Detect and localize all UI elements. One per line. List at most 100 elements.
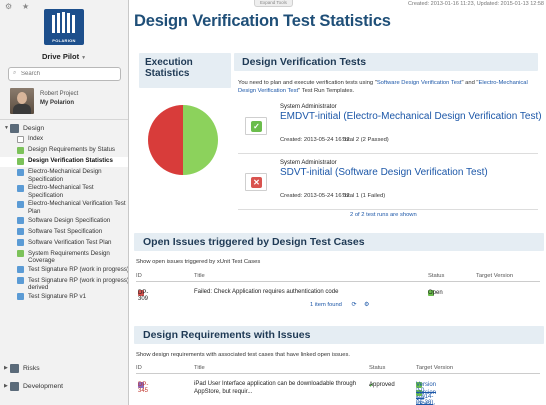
test-run-total: Total 1 (1 Failed)	[342, 193, 386, 199]
tree-item-em-test-spec[interactable]: Electro-Mechanical Test Specification	[0, 184, 128, 199]
tree-item-test-signature-rp-v1[interactable]: Test Signature RP v1	[0, 292, 128, 303]
open-issues-description: Show open issues triggered by xUnit Test…	[136, 259, 261, 265]
tree-item-label: Index	[28, 135, 44, 142]
search-box[interactable]: ⌕	[8, 67, 121, 81]
tree-item-index[interactable]: Index	[0, 135, 128, 145]
test-run-total: Total 2 (2 Passed)	[342, 137, 389, 143]
dvt-intro: You need to plan and execute verificatio…	[238, 79, 538, 95]
report-icon	[17, 157, 24, 165]
folder-icon	[10, 124, 19, 133]
tree-item-label: Software Verification Test Plan	[28, 238, 112, 246]
design-verification-tests-header: Design Verification Tests	[234, 53, 538, 71]
intro-text: You need to plan and execute verificatio…	[238, 80, 377, 86]
open-issues-table-header: ID Title Status Target Version	[136, 272, 540, 282]
tree-item-label: Test Signature RP (work in progress)	[28, 265, 129, 273]
report-icon	[17, 250, 24, 258]
avatar[interactable]	[10, 88, 34, 114]
test-run-row: ✕ System Administrator SDVT-initial (Sof…	[238, 160, 538, 210]
folder-icon	[10, 364, 19, 373]
settings-icon[interactable]: ⚙	[364, 302, 369, 308]
wiki-page-icon	[17, 168, 24, 176]
project-selector[interactable]: Drive Pilot ▼	[0, 52, 128, 61]
tree-item-system-requirements-design-coverage[interactable]: System Requirements Design Coverage	[0, 249, 128, 265]
column-header[interactable]: Status	[369, 365, 385, 371]
table-row[interactable]: DP-345 iPad User Interface application c…	[136, 380, 540, 405]
tree-item-label: Software Test Specification	[28, 227, 103, 235]
polarion-logo[interactable]: POLARION	[44, 9, 84, 45]
tree-item-design-requirements-by-status[interactable]: Design Requirements by Status	[0, 146, 128, 156]
status-text: Approved	[369, 382, 395, 388]
design-requirements-table-header: ID Title Status Target Version	[136, 364, 540, 374]
issue-title[interactable]: Failed: Check Application requires authe…	[194, 289, 338, 295]
settings-icon[interactable]: ⚙	[5, 2, 12, 11]
sdvt-template-link[interactable]: Software Design Verification Test	[377, 80, 462, 86]
search-input[interactable]	[21, 69, 117, 79]
tree-item-label: Software Design Specification	[28, 216, 111, 224]
tree-item-label: Design Verification Statistics	[28, 157, 113, 164]
tree-group-design[interactable]: ▼ Design	[0, 122, 128, 135]
navigation-tree: ▼ Design Index Design Requirements by St…	[0, 122, 129, 304]
table-row[interactable]: DP-309 Failed: Check Application require…	[136, 288, 540, 302]
column-header[interactable]: Title	[194, 365, 205, 371]
requirement-title[interactable]: iPad User Interface application can be d…	[194, 381, 356, 387]
requirement-id-text: DP-345	[138, 382, 149, 394]
tree-group-development[interactable]: ▶ Development	[0, 380, 128, 393]
tree-item-label: Test Signature RP (work in progress) der…	[28, 276, 129, 292]
tree-item-label: Electro-Mechanical Verification Test Pla…	[28, 200, 126, 215]
pie-slice-passed	[183, 105, 218, 175]
cross-icon: ✕	[251, 177, 262, 188]
open-issues-header: Open Issues triggered by Design Test Cas…	[134, 233, 544, 251]
items-found-link[interactable]: 1 item found	[310, 302, 342, 308]
chevron-down-icon: ▼	[81, 55, 87, 61]
project-name: Drive Pilot	[41, 52, 80, 61]
tree-item-label: Test Signature RP v1	[28, 292, 87, 300]
tree-item-test-signature-rp-wip-derived[interactable]: Test Signature RP (work in progress) der…	[0, 276, 129, 292]
column-header[interactable]: Target Version	[416, 365, 453, 371]
tree-group-risks[interactable]: ▶ Risks	[0, 362, 128, 375]
report-icon	[17, 146, 24, 154]
created-updated-meta: Created: 2013-01-16 11:23, Updated: 2015…	[408, 1, 544, 7]
tree-item-label: Design Requirements by Status	[28, 146, 116, 153]
collapsed-groups: ▶ Risks ▶ Development	[0, 362, 128, 393]
expand-tools-button[interactable]: Expand Tools	[254, 0, 293, 7]
user-name: Robert Project	[40, 91, 79, 97]
column-header[interactable]: ID	[136, 365, 142, 371]
tree-item-label: System Requirements Design Coverage	[28, 249, 110, 265]
status-text: Open	[428, 290, 443, 296]
tree-item-software-verification-test-plan[interactable]: Software Verification Test Plan	[0, 238, 128, 249]
tree-item-em-design-spec[interactable]: Electro-Mechanical Design Specification	[0, 168, 128, 183]
design-requirements-description: Show design requirements with associated…	[136, 352, 350, 358]
tree-item-design-verification-statistics[interactable]: Design Verification Statistics	[0, 157, 128, 167]
my-polarion-link[interactable]: My Polarion	[40, 100, 74, 106]
execution-statistics-header: Execution Statistics	[139, 53, 231, 88]
column-header[interactable]: Status	[428, 273, 444, 279]
star-icon[interactable]: ★	[22, 2, 29, 11]
tree-item-test-signature-rp-wip[interactable]: Test Signature RP (work in progress)	[0, 265, 129, 276]
version-link[interactable]: Version 1.0 (2013-12-27)	[416, 390, 436, 405]
column-header[interactable]: ID	[136, 273, 142, 279]
test-run-status-box: ✓	[245, 117, 267, 135]
tree-item-em-verification-test-plan[interactable]: Electro-Mechanical Verification Test Pla…	[0, 200, 128, 215]
tree-item-software-design-spec[interactable]: Software Design Specification	[0, 216, 128, 227]
wiki-page-icon	[17, 277, 24, 285]
tree-item-software-test-spec[interactable]: Software Test Specification	[0, 227, 128, 238]
test-run-row: ✓ System Administrator EMDVT-initial (El…	[238, 104, 542, 154]
search-icon: ⌕	[13, 70, 17, 76]
tree-group-label: Design	[23, 124, 45, 132]
column-header[interactable]: Target Version	[476, 273, 513, 279]
test-run-status-box: ✕	[245, 173, 267, 191]
main-content: Expand Tools Created: 2013-01-16 11:23, …	[130, 0, 546, 405]
test-run-title-link[interactable]: EMDVT-initial (Electro-Mechanical Design…	[280, 111, 542, 122]
column-header[interactable]: Title	[194, 273, 205, 279]
refresh-icon[interactable]: ⟳	[352, 302, 357, 308]
design-requirements-header: Design Requirements with Issues	[134, 326, 544, 344]
intro-text: " and "	[461, 80, 479, 86]
divider	[0, 119, 128, 120]
check-icon: ✓	[251, 121, 262, 132]
runs-shown-link[interactable]: 2 of 2 test runs are shown	[350, 212, 417, 218]
test-run-title-link[interactable]: SDVT-initial (Software Design Verificati…	[280, 167, 488, 178]
wiki-page-icon	[17, 217, 24, 225]
requirement-title-cont[interactable]: AppStore, but requir...	[194, 389, 252, 395]
test-run-created: Created: 2013-05-24 16:32	[280, 193, 350, 199]
document-icon	[17, 135, 24, 143]
